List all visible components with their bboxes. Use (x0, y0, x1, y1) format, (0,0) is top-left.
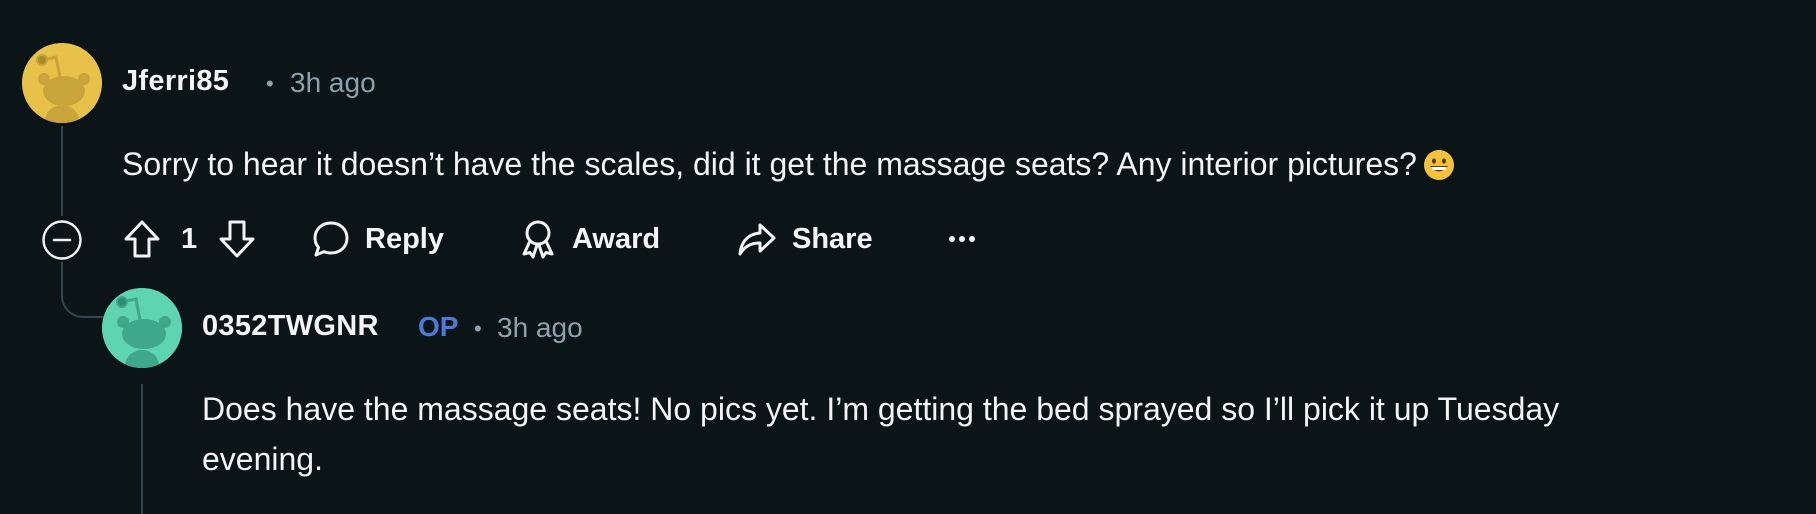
share-button[interactable]: Share (736, 214, 873, 264)
snoo-avatar-icon (102, 288, 182, 368)
more-options-button[interactable] (948, 214, 976, 264)
downvote-arrow-icon (219, 220, 255, 258)
thread-connector-curve (61, 290, 105, 318)
upvote-button[interactable] (122, 214, 162, 264)
award-button[interactable]: Award (518, 214, 660, 264)
comment-body-line: Does have the massage seats! No pics yet… (202, 391, 1560, 427)
award-label: Award (572, 222, 661, 255)
more-dots-icon (949, 236, 975, 242)
meta-separator: • (474, 316, 482, 341)
comment-body: Does have the massage seats! No pics yet… (202, 384, 1782, 484)
thread-line-reply (141, 384, 143, 514)
downvote-button[interactable] (217, 214, 257, 264)
comment-timestamp[interactable]: 3h ago (290, 67, 376, 99)
thread-line-parent-bottom (61, 262, 63, 292)
upvote-arrow-icon (124, 220, 160, 258)
comment-body-line: evening. (202, 441, 323, 477)
grinning-face-icon (1423, 145, 1455, 180)
thread-line-parent-top (61, 126, 63, 216)
comment-author[interactable]: Jferri85 (122, 65, 229, 98)
comment-author[interactable]: 0352TWGNR (202, 310, 379, 343)
reply-button[interactable]: Reply (311, 214, 444, 264)
share-arrow-icon (738, 223, 776, 256)
op-badge: OP (418, 311, 459, 342)
avatar[interactable] (22, 43, 102, 123)
collapse-minus-icon (42, 220, 82, 260)
share-label: Share (792, 222, 873, 255)
comment-body-text: Sorry to hear it doesn’t have the scales… (122, 146, 1417, 182)
award-ribbon-icon (522, 220, 554, 259)
collapse-thread-button[interactable] (40, 215, 84, 265)
vote-count-value: 1 (181, 222, 198, 255)
comment-bubble-icon (313, 221, 349, 257)
meta-separator: • (266, 71, 274, 96)
snoo-avatar-icon (22, 43, 102, 123)
comment-body: Sorry to hear it doesn’t have the scales… (122, 139, 1455, 189)
reply-label: Reply (365, 222, 444, 255)
vote-count: 1 (181, 214, 197, 264)
comment-timestamp[interactable]: 3h ago (497, 312, 583, 344)
avatar[interactable] (102, 288, 182, 368)
